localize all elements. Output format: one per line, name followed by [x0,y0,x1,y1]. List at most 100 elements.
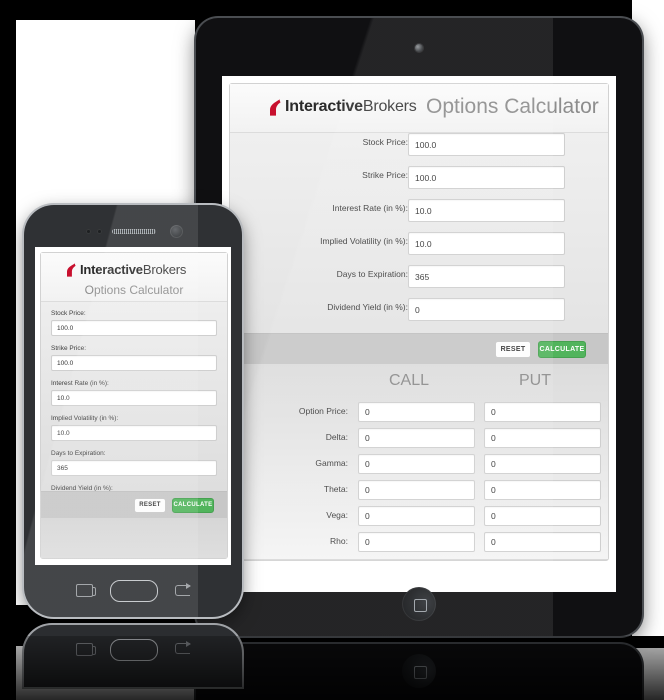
background-sheet-right-lower [636,648,664,700]
gamma-put-output[interactable]: 0 [484,454,601,474]
result-label: Theta: [323,484,348,494]
phone-action-bar: RESET CALCULATE [41,491,227,519]
form-row: Interest Rate (in %): 10.0 [230,199,608,222]
tablet-camera-icon [415,44,423,52]
field-label: Days to Expiration: [336,269,408,279]
strike-price-input[interactable]: 100.0 [51,355,217,371]
interest-rate-input[interactable]: 10.0 [51,390,217,406]
field-label: Strike Price: [362,170,408,180]
field-label: Interest Rate (in %): [332,203,408,213]
result-label: Option Price: [298,406,348,416]
field-label: Implied Volatility (in %): [51,415,119,422]
phone-navigation-bar [24,565,242,617]
rho-call-output[interactable]: 0 [358,532,475,552]
days-to-expiration-input[interactable]: 365 [51,460,217,476]
interest-rate-input[interactable]: 10.0 [408,199,565,222]
tablet-web-page: InteractiveBrokers Options Calculator St… [222,76,616,592]
phone-sensor-icon [86,229,91,234]
tablet-panel-header: InteractiveBrokers Options Calculator [230,84,608,133]
result-label: Gamma: [315,458,348,468]
tablet-input-form: Stock Price: 100.0 Strike Price: 100.0 I… [230,133,608,331]
implied-volatility-input[interactable]: 10.0 [51,425,217,441]
interactive-brokers-flame-icon [270,98,281,116]
form-row: Strike Price: 100.0 [230,166,608,189]
page-title: Options Calculator [84,283,184,297]
dividend-yield-input[interactable]: 0 [408,298,565,321]
tablet-calculator-panel: InteractiveBrokers Options Calculator St… [229,83,609,561]
result-label: Vega: [326,510,348,520]
field-label: Days to Expiration: [51,450,106,457]
form-row: Stock Price: 100.0 [51,310,217,336]
stock-price-input[interactable]: 100.0 [408,133,565,156]
tablet-screen: InteractiveBrokers Options Calculator St… [222,76,616,592]
tablet-device: InteractiveBrokers Options Calculator St… [196,18,642,636]
phone-input-form: Stock Price: 100.0 Strike Price: 100.0 I… [41,302,227,520]
tablet-results-section: CALL PUT Option Price: 0 0 Delta: 0 0 Ga… [230,364,608,559]
field-label: Dividend Yield (in %): [327,302,408,312]
implied-volatility-input[interactable]: 10.0 [408,232,565,255]
brand-logo: InteractiveBrokers [67,262,186,277]
option-price-call-output[interactable]: 0 [358,402,475,422]
form-row: Days to Expiration: 365 [51,450,217,476]
reset-button[interactable]: RESET [495,340,531,358]
vega-put-output[interactable]: 0 [484,506,601,526]
field-label: Implied Volatility (in %): [320,236,408,246]
phone-calculator-panel: InteractiveBrokers Options Calculator St… [40,252,228,559]
delta-call-output[interactable]: 0 [358,428,475,448]
phone-device: InteractiveBrokers Options Calculator St… [24,205,242,617]
form-row: Interest Rate (in %): 10.0 [51,380,217,406]
result-label: Delta: [325,432,348,442]
tablet-home-button-reflection [402,654,436,688]
home-button[interactable] [110,580,158,602]
back-icon[interactable] [175,583,191,596]
brand-logo-light: Brokers [362,98,417,115]
theta-call-output[interactable]: 0 [358,480,475,500]
days-to-expiration-input[interactable]: 365 [408,265,565,288]
phone-results-section-top [41,518,227,558]
calculate-button[interactable]: CALCULATE [172,497,214,513]
result-label: Rho: [330,536,348,546]
stock-price-input[interactable]: 100.0 [51,320,217,336]
brand-logo-light: Brokers [142,262,187,277]
put-column-header: PUT [519,372,551,389]
phone-web-page: InteractiveBrokers Options Calculator St… [35,247,231,565]
field-label: Strike Price: [51,345,87,352]
option-price-put-output[interactable]: 0 [484,402,601,422]
delta-put-output[interactable]: 0 [484,428,601,448]
form-row: Days to Expiration: 365 [230,265,608,288]
page-title: Options Calculator [426,95,599,118]
phone-sensor-icon [97,229,102,234]
result-row: Theta: 0 0 [230,480,608,500]
phone-front-camera-icon [170,225,183,238]
form-row: Implied Volatility (in %): 10.0 [230,232,608,255]
form-row: Stock Price: 100.0 [230,133,608,156]
tablet-home-button[interactable] [402,587,436,621]
form-row: Strike Price: 100.0 [51,345,217,371]
result-row: Rho: 0 0 [230,532,608,552]
brand-logo: InteractiveBrokers [270,98,417,116]
phone-screen: InteractiveBrokers Options Calculator St… [35,247,231,565]
field-label: Stock Price: [51,310,86,317]
form-row: Implied Volatility (in %): 10.0 [51,415,217,441]
background-sheet-bottom-left [16,646,216,700]
brand-logo-bold: Interactive [80,262,143,277]
theta-put-output[interactable]: 0 [484,480,601,500]
brand-logo-bold: Interactive [285,98,363,115]
strike-price-input[interactable]: 100.0 [408,166,565,189]
calculate-button[interactable]: CALCULATE [538,340,586,358]
form-row: Dividend Yield (in %): 0 [230,298,608,321]
recents-icon[interactable] [76,584,96,597]
phone-panel-header: InteractiveBrokers Options Calculator [41,253,227,302]
field-label: Interest Rate (in %): [51,380,109,387]
call-column-header: CALL [388,372,430,389]
rho-put-output[interactable]: 0 [484,532,601,552]
interactive-brokers-flame-icon [67,262,76,277]
result-row: Option Price: 0 0 [230,402,608,422]
vega-call-output[interactable]: 0 [358,506,475,526]
gamma-call-output[interactable]: 0 [358,454,475,474]
result-row: Delta: 0 0 [230,428,608,448]
result-row: Gamma: 0 0 [230,454,608,474]
reset-button[interactable]: RESET [134,497,166,513]
result-row: Vega: 0 0 [230,506,608,526]
showcase-stage: InteractiveBrokers Options Calculator St… [0,0,664,700]
